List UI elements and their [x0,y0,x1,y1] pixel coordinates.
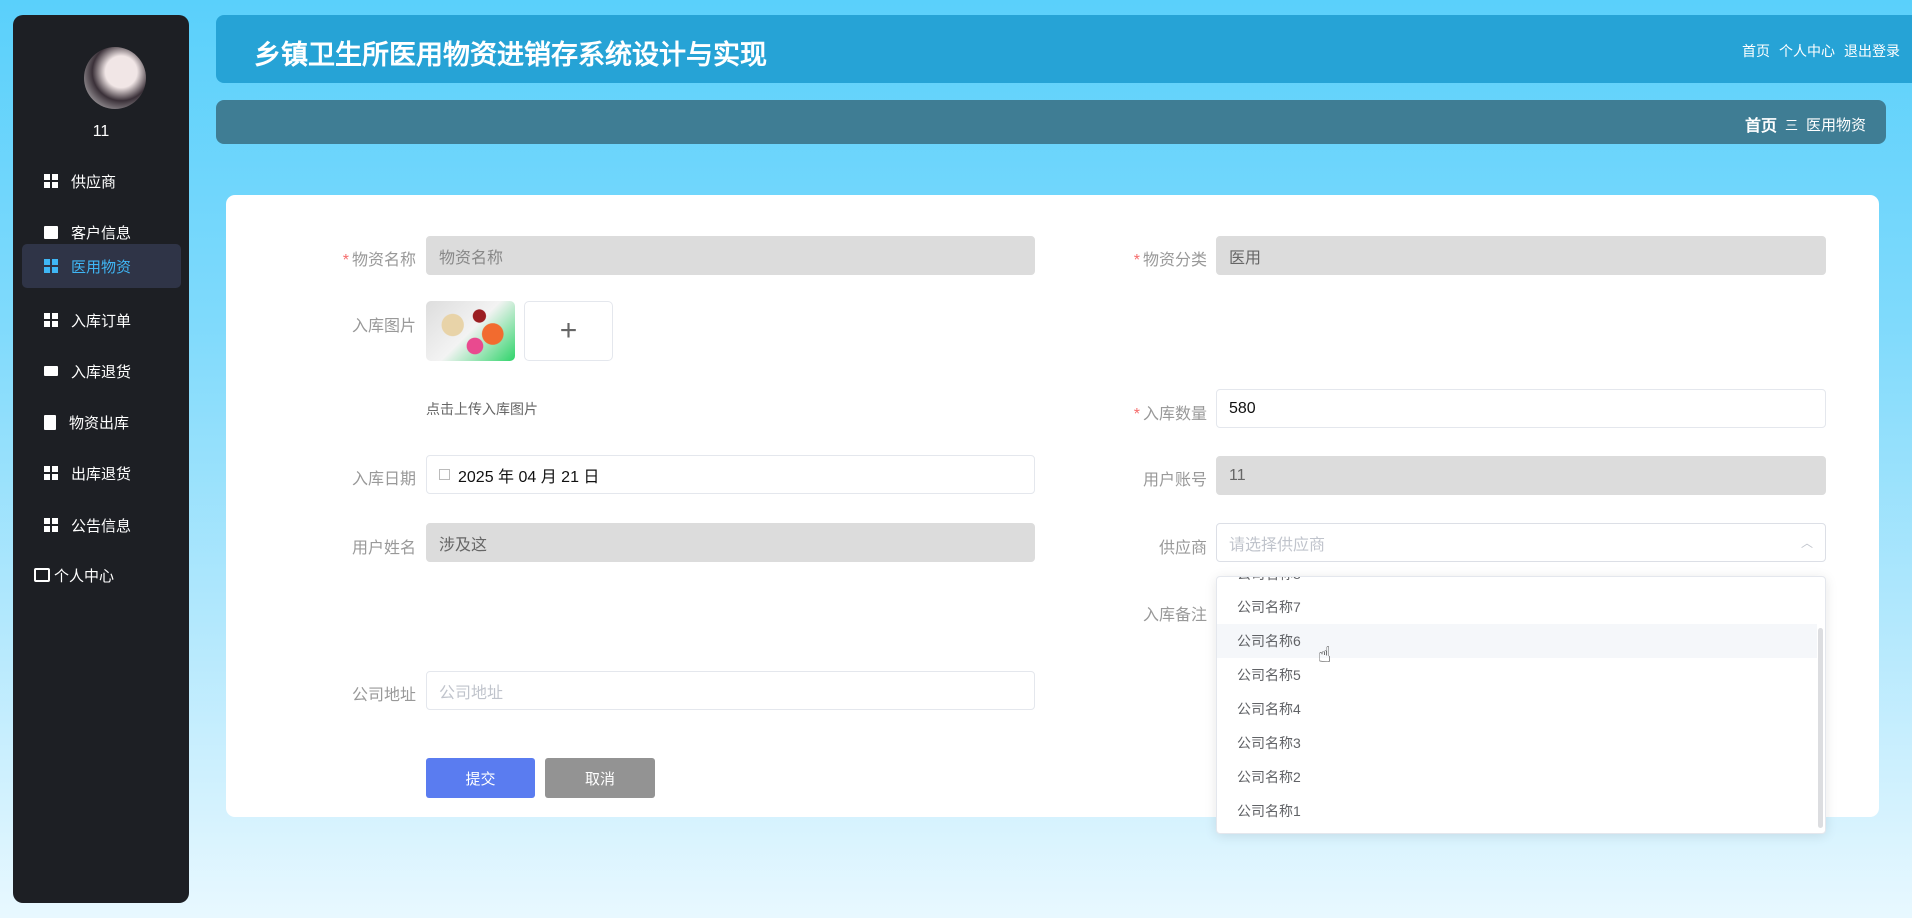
date-label: 入库日期 [351,471,416,488]
upload-plus-button[interactable]: + [524,301,613,361]
calendar-icon [439,469,450,480]
sidebar-item-stock-out-return[interactable]: 出库退货 [22,451,181,495]
sidebar-item-stock-in-order[interactable]: 入库订单 [22,298,181,342]
sidebar-item-notice[interactable]: 公告信息 [22,503,181,547]
top-nav: 首页 个人中心 退出登录 [1742,41,1900,61]
cancel-button[interactable]: 取消 [545,758,655,798]
dropdown-option[interactable]: 公司名称7 [1217,590,1817,624]
username: 11 [92,123,110,140]
avatar[interactable] [84,47,146,109]
hand-cursor-icon: ☝ [1318,642,1332,667]
supplier-label: 供应商 [1158,540,1207,557]
address-input[interactable]: 公司地址 [426,671,1035,710]
sidebar-item-label: 入库退货 [71,363,132,381]
dropdown-option[interactable]: 公司名称3 [1217,726,1817,760]
quantity-label: * 入库数量 [1133,406,1207,423]
dropdown-option[interactable]: 公司名称2 [1217,760,1817,794]
category-input[interactable]: 医用 [1216,236,1826,275]
sidebar-item-label: 入库订单 [71,312,132,330]
sidebar-item-label: 客户信息 [71,224,132,242]
sidebar-item-label: 个人中心 [54,567,115,585]
grid-icon [44,518,58,532]
sidebar-item-label: 公告信息 [71,517,132,535]
image-label: 入库图片 [351,318,416,335]
dropdown-scrollbar[interactable] [1818,628,1823,828]
breadcrumb-bar: 首页 三 医用物资 [216,100,1886,144]
breadcrumb-home[interactable]: 首页 [1745,112,1777,136]
nav-logout[interactable]: 退出登录 [1844,41,1900,61]
sidebar-item-supplier[interactable]: 供应商 [22,159,181,203]
name-input[interactable]: 物资名称 [426,236,1035,275]
dropdown-option[interactable]: 公司名称8 [1217,577,1817,591]
account-input[interactable]: 11 [1216,456,1826,495]
ticket-icon [44,366,58,376]
realname-input[interactable]: 涉及这 [426,523,1035,562]
card-icon [34,568,50,582]
quantity-input[interactable]: 580 [1216,389,1826,428]
breadcrumb-current: 医用物资 [1805,116,1866,134]
breadcrumb-separator: 三 [1784,117,1798,133]
supplier-dropdown: 公司名称8 公司名称7 公司名称6 公司名称5 公司名称4 公司名称3 公司名称… [1216,576,1826,834]
grid-icon [44,466,58,480]
supplier-select[interactable]: 请选择供应商 ︿ [1216,523,1826,562]
sidebar-item-stock-in-return[interactable]: 入库退货 [22,349,181,393]
grid-icon [44,313,58,327]
grid-icon [44,259,58,273]
upload-hint: 点击上传入库图片 [426,401,538,417]
app-title: 乡镇卫生所医用物资进销存系统设计与实现 [254,40,767,70]
sidebar-item-stock-out[interactable]: 物资出库 [22,400,181,444]
clipboard-icon [44,414,56,430]
date-input[interactable]: 2025 年 04 月 21 日 [426,455,1035,494]
grid-icon [44,174,58,188]
nav-home[interactable]: 首页 [1742,41,1770,61]
sidebar-item-label: 出库退货 [71,465,132,483]
sidebar-item-label: 物资出库 [69,414,130,432]
address-label: 公司地址 [351,687,416,704]
nav-profile[interactable]: 个人中心 [1779,41,1835,61]
account-label: 用户账号 [1142,472,1207,489]
sidebar-item-label: 医用物资 [71,258,132,276]
dropdown-option[interactable]: 公司名称6 [1217,624,1817,658]
breadcrumb: 首页 三 医用物资 [1745,112,1866,136]
chevron-up-icon: ︿ [1800,536,1813,550]
realname-label: 用户姓名 [351,540,416,557]
remark-label: 入库备注 [1142,607,1207,624]
sidebar-item-profile[interactable]: 个人中心 [22,553,181,597]
dropdown-option[interactable]: 公司名称5 [1217,658,1817,692]
header: 乡镇卫生所医用物资进销存系统设计与实现 首页 个人中心 退出登录 [216,15,1912,83]
name-label: * 物资名称 [342,252,416,269]
category-label: * 物资分类 [1133,252,1207,269]
sidebar-item-medical-supplies[interactable]: 医用物资 [22,244,181,288]
sidebar-item-label: 供应商 [71,173,117,191]
uploaded-image-thumbnail[interactable] [426,301,515,361]
dropdown-option[interactable]: 公司名称1 [1217,794,1817,828]
submit-button[interactable]: 提交 [426,758,535,798]
sidebar: 11 供应商 客户信息 医用物资 入库订单 入库退货 物资出库 出库退货 公告信… [13,15,189,903]
briefcase-icon [44,225,58,239]
dropdown-option[interactable]: 公司名称4 [1217,692,1817,726]
